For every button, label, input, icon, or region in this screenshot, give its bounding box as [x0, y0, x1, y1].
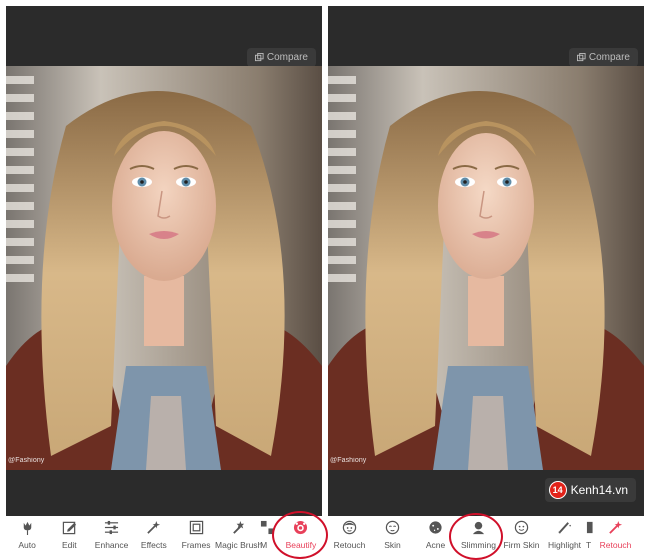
site-badge: 14 Kenh14.vn [544, 478, 636, 502]
beautify-face-icon [294, 520, 308, 535]
after-editor-panel: Compare @Fashiony 14 Kenh14.vn [328, 6, 644, 516]
tool-frames[interactable]: Frames [175, 516, 217, 558]
firm-skin-icon [514, 520, 529, 535]
tool-effects[interactable]: Effects [133, 516, 175, 558]
face-retouch-icon [342, 520, 357, 535]
compare-icon [254, 53, 264, 62]
tool-label: Skin [384, 540, 401, 550]
sliders-icon [105, 520, 119, 535]
compare-label: Compare [266, 52, 308, 63]
tool-label: Auto [18, 540, 36, 550]
magic-wand-icon [147, 520, 161, 534]
tool-enhance[interactable]: Enhance [90, 516, 132, 558]
tool-label: Frames [181, 540, 211, 550]
photo-watermark: @Fashiony [8, 457, 45, 464]
tool-label: Acne [425, 540, 446, 550]
compare-label: Compare [588, 52, 630, 63]
portrait-photo: @Fashiony [6, 66, 322, 470]
retouch-toolbar: Retouch Skin Acne Slimming Firm Skin Hig… [328, 516, 644, 558]
compare-button[interactable]: Compare [568, 48, 638, 67]
retouch-wand-icon [609, 520, 623, 534]
mosaic-icon [261, 520, 275, 535]
tool-label: Enhance [94, 540, 129, 550]
compare-icon [576, 53, 586, 62]
edit-icon [62, 521, 76, 535]
tool-label: Firm Skin [503, 540, 540, 550]
compare-button[interactable]: Compare [246, 48, 316, 67]
tool-label: Highlight [547, 540, 582, 550]
tool-icon [586, 521, 593, 534]
tool-retouch-face[interactable]: Retouch [328, 516, 371, 558]
tool-label: Slimming [461, 540, 496, 550]
tool-label: Edit [62, 540, 77, 550]
tool-label: M [260, 540, 268, 550]
tool-beautify[interactable]: Beautify [280, 516, 322, 558]
main-toolbar: Auto Edit Enhance Effects Frames Magic B… [6, 516, 322, 558]
acne-icon [429, 521, 442, 534]
tool-label: T [586, 540, 592, 550]
tool-highlight[interactable]: Highlight [543, 516, 586, 558]
tool-edit[interactable]: Edit [48, 516, 90, 558]
tool-mosaic[interactable]: M [260, 516, 280, 558]
tool-slimming[interactable]: Slimming [457, 516, 500, 558]
portrait-photo: @Fashiony [328, 66, 644, 470]
tool-auto[interactable]: Auto [6, 516, 48, 558]
before-editor-panel: Compare @Fashiony [6, 6, 322, 516]
tool-label: Retouch [333, 540, 366, 550]
tulip-icon [23, 521, 31, 535]
tool-retouch-tab[interactable]: Retouch [594, 516, 637, 558]
tool-acne[interactable]: Acne [414, 516, 457, 558]
highlight-brush-icon [558, 522, 572, 534]
tool-label: Magic Brush [215, 540, 263, 550]
tool-skin[interactable]: Skin [371, 516, 414, 558]
tool-label: Effects [140, 540, 167, 550]
photo-watermark: @Fashiony [330, 457, 367, 464]
tool-label: Retouch [599, 540, 632, 550]
magic-brush-icon [233, 520, 245, 534]
kenh14-logo: 14 [548, 481, 567, 499]
site-badge-text: Kenh14.vn [570, 483, 628, 497]
tool-magic-brush[interactable]: Magic Brush [215, 516, 263, 558]
frame-icon [189, 520, 203, 535]
tool-firm-skin[interactable]: Firm Skin [500, 516, 543, 558]
tool-label: Beautify [285, 540, 317, 550]
tool-clipped[interactable]: T [586, 516, 594, 558]
skin-icon [385, 520, 400, 535]
slimming-icon [472, 521, 485, 535]
